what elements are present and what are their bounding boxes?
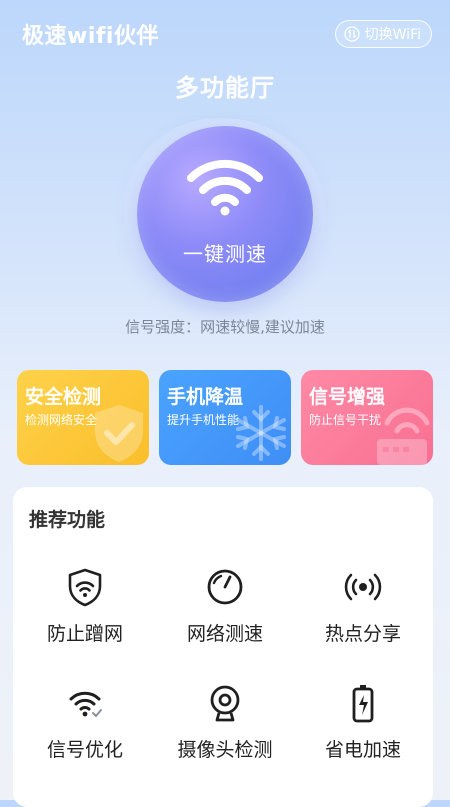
router-icon [369, 401, 433, 465]
shield-wifi-icon [65, 567, 105, 607]
switch-wifi-button[interactable]: 切换WiFi [334, 20, 432, 48]
phone-cooling-card[interactable]: 手机降温 提升手机性能 [159, 370, 291, 465]
recommend-panel: 推荐功能 防止蹭网 网络测速 热点分享 信号优化 摄像头检测 省电加速 [13, 487, 433, 807]
app-title: 极速wifi伙伴 [22, 24, 159, 49]
feature-label: 防止蹭网 [46, 623, 123, 645]
signal-strength-text: 信号强度：网速较慢,建议加速 [125, 318, 325, 336]
feature-label: 热点分享 [324, 623, 401, 645]
recommend-title: 推荐功能 [29, 509, 106, 531]
battery-icon [343, 683, 383, 723]
security-check-card[interactable]: 安全检测 检测网络安全 [17, 370, 149, 465]
wifi-check-icon [65, 683, 105, 723]
speedometer-icon [205, 567, 245, 607]
hall-title: 多功能厅 [175, 74, 275, 102]
wifi-icon [185, 156, 265, 220]
camera-icon [205, 683, 245, 723]
speed-test-label: 一键测速 [183, 242, 267, 266]
hotspot-icon [343, 567, 383, 607]
speed-test-button[interactable]: 一键测速 [137, 126, 313, 302]
snowflake-icon [229, 401, 291, 465]
camera-detect-button[interactable]: 摄像头检测 [155, 683, 295, 783]
power-saving-button[interactable]: 省电加速 [293, 683, 433, 783]
signal-boost-card[interactable]: 信号增强 防止信号干扰 [301, 370, 433, 465]
feature-label: 摄像头检测 [177, 739, 273, 761]
anti-wifi-theft-button[interactable]: 防止蹭网 [15, 567, 155, 667]
feature-label: 省电加速 [324, 739, 401, 761]
switch-icon [343, 26, 360, 42]
feature-label: 网络测速 [186, 623, 263, 645]
shield-check-icon [87, 401, 149, 465]
switch-wifi-label: 切换WiFi [364, 27, 421, 43]
feature-label: 信号优化 [46, 739, 123, 761]
network-speed-test-button[interactable]: 网络测速 [155, 567, 295, 667]
hotspot-share-button[interactable]: 热点分享 [293, 567, 433, 667]
signal-optimize-button[interactable]: 信号优化 [15, 683, 155, 783]
